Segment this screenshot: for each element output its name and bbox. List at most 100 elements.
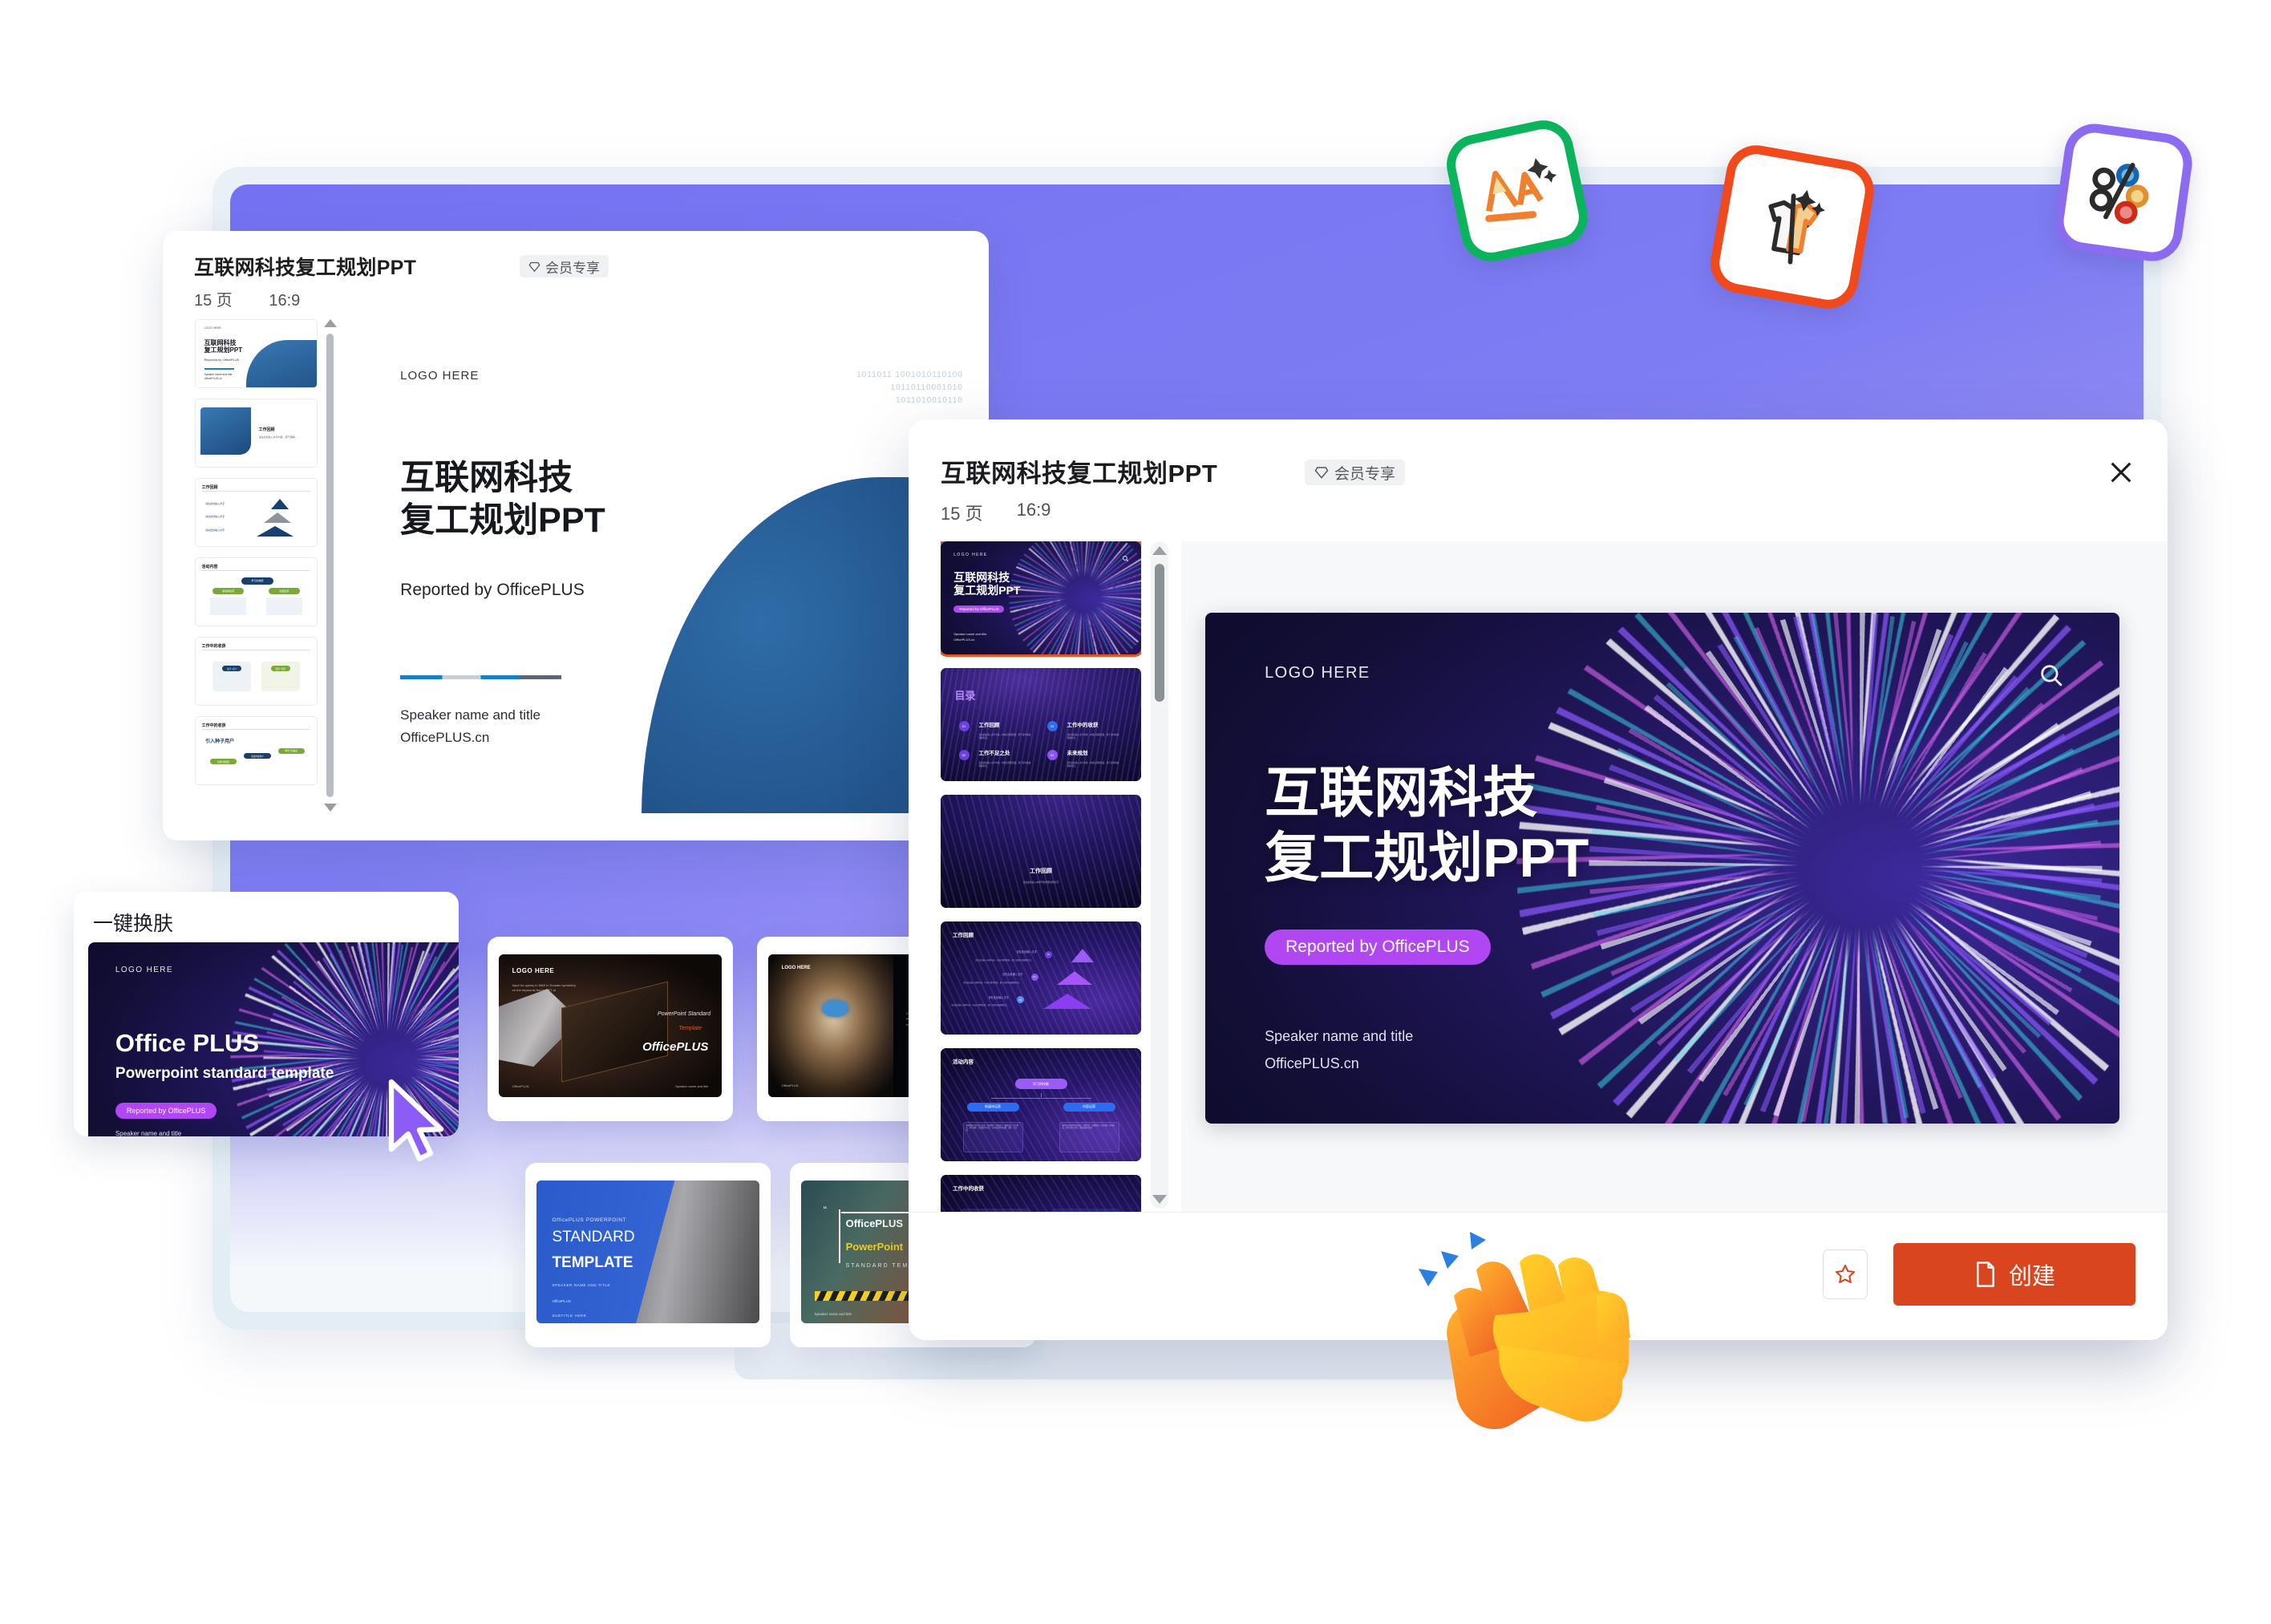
background-thumbnail-1[interactable]: LOGO HERE 互联网科技 复工规划PPT Reported by Offic… xyxy=(195,319,318,388)
toc-desc-4: 请在此处输入文字内容，内容应简明扼要，便于观众快速理解信息。 xyxy=(1067,762,1119,767)
background-main-preview[interactable]: 1011011 1001010110100 10110110001010 101… xyxy=(346,319,989,813)
aspect-ratio: 16:9 xyxy=(1016,500,1051,520)
slide-subtitle: Reported by OfficePLUS xyxy=(400,581,585,600)
background-page-count: 15 页 xyxy=(194,292,233,310)
main-slide-preview[interactable]: LOGO HERE 互联网科技 复工规划PPT Reported by Offi… xyxy=(1205,613,2119,1124)
file-icon xyxy=(1977,1262,1994,1287)
background-thumbnail-2[interactable]: 工作回顾 请在此处输入文字内容，便于理解。 xyxy=(195,399,318,468)
section-title: 工作回顾 xyxy=(1030,869,1052,875)
scroll-up-icon[interactable] xyxy=(1152,546,1167,555)
mouse-pointer-icon xyxy=(385,1079,455,1167)
scroll-down-icon[interactable] xyxy=(323,804,337,812)
toc-num-2: 03 xyxy=(1046,721,1058,732)
thumbnail-item-6[interactable]: 工作中的收获 设计 / 定义 让产品的更快更久更好 一切围绕着用户产品化，提高用… xyxy=(941,1175,1141,1212)
org-root: 学习的技能 xyxy=(1014,1079,1067,1090)
thumbnail-item-3[interactable]: 工作回顾 请在此处输入本章节的简要说明文字 xyxy=(941,795,1141,908)
pyramid-num-1: 01 xyxy=(1045,950,1052,958)
main-slide-title: 互联网科技 复工规划PPT xyxy=(1265,762,1589,889)
thumbnail-item-2[interactable]: 目录 01 工作回顾 请在此处输入文字内容，内容应简明扼要，便于观众快速理解信息… xyxy=(941,668,1141,781)
pyramid-label-3: 请在此处输入文字 xyxy=(988,995,1010,999)
pyramid-num-2: 02 xyxy=(1030,973,1038,981)
thumb-speaker: Speaker name and title OfficePLUS.cn xyxy=(953,631,987,642)
thumbnail-scrollbar[interactable] xyxy=(1151,541,1168,1209)
page-count: 15 页 xyxy=(941,504,983,524)
slide-preview-stage: LOGO HERE 互联网科技 复工规划PPT Reported by Offi… xyxy=(1181,541,2168,1212)
slide-logo: LOGO HERE xyxy=(400,368,480,383)
member-badge: 会员专享 xyxy=(1305,460,1406,485)
toc-desc-3: 请在此处输入文字内容，内容应简明扼要，便于观众快速理解信息。 xyxy=(978,762,1031,767)
search-icon xyxy=(1122,552,1129,566)
skin-card-title: 一键换肤 xyxy=(93,913,174,935)
template-slide-city: OfficePLUS POWERPOINT STANDARD TEMPLATE … xyxy=(536,1181,759,1323)
member-badge-label: 会员专享 xyxy=(1334,465,1396,483)
background-window-meta: 15 页 16:9 xyxy=(194,287,332,310)
slide-title: 互联网科技 复工规划PPT xyxy=(400,459,605,540)
background-thumbnail-list[interactable]: LOGO HERE 互联网科技 复工规划PPT Reported by Offic… xyxy=(195,319,318,813)
section-desc: 请在此处输入本章节的简要说明文字 xyxy=(1022,881,1059,885)
modal-meta: 15 页 16:9 xyxy=(941,500,1050,525)
background-member-badge: 会员专享 xyxy=(520,255,609,277)
pyramid-desc-1: 请在此处输入具体内容，内容应简明扼要，便于读者快速理解信息。 xyxy=(975,958,1033,962)
background-thumbnail-6[interactable]: 工作中的收获 引入种子用户 新增内容服务 深度内容用户 精准产品触达 xyxy=(195,716,318,785)
background-window-title: 互联网科技复工规划PPT xyxy=(194,257,417,279)
template-slide-robot: LOGO HERE Input for openly in M&E in Dom… xyxy=(499,954,722,1097)
thumbnail-item-4[interactable]: 工作回顾 01 请在此处输入文字 请在此处输入具体内容，内容应简明扼要，便于读者… xyxy=(941,921,1141,1035)
scroll-down-icon[interactable] xyxy=(1152,1195,1167,1204)
modal-title: 互联网科技复工规划PPT xyxy=(941,460,1218,488)
toc-num-3: 02 xyxy=(958,749,970,760)
diamond-icon xyxy=(528,261,540,272)
org-text-1: 新媒体账号的定位与运营，内容策划、排版设计、数据分析、用户增长、用户画像、活动策… xyxy=(962,1121,1023,1152)
star-icon xyxy=(1835,1264,1856,1284)
swirl-graphic xyxy=(991,541,1141,654)
skin-slide-heading: Office PLUS xyxy=(115,1028,260,1057)
screenshot-root: 互联网科技复工规划PPT 会员专享 15 页 16:9 LOGO HERE 互联… xyxy=(0,0,2271,1624)
pyramid-num-3: 03 xyxy=(1017,996,1024,1004)
thumb-title: 互联网科技 复工规划PPT xyxy=(953,570,1021,597)
shirt-swap-icon xyxy=(1768,189,1825,265)
binary-decoration: 1011011 1001010110100 10110110001010 101… xyxy=(856,370,963,405)
skin-slide-logo: LOGO HERE xyxy=(115,966,173,975)
search-icon[interactable] xyxy=(2038,662,2065,693)
background-ratio: 16:9 xyxy=(269,292,301,310)
skin-slide-pill: Reported by OfficePLUS xyxy=(115,1102,217,1119)
template-card-robot[interactable]: LOGO HERE Input for openly in M&E in Dom… xyxy=(488,937,733,1121)
scroll-up-icon[interactable] xyxy=(323,319,337,327)
org-branch-1: 新媒体运营 xyxy=(966,1102,1019,1112)
org-title: 活动内容 xyxy=(953,1059,974,1066)
pyramid-label-2: 请在此处输入文字 xyxy=(1002,973,1023,977)
slide-speaker: Speaker name and title OfficePLUS.cn xyxy=(400,707,540,745)
scrollbar-thumb[interactable] xyxy=(1155,564,1164,702)
template-detail-modal[interactable]: 互联网科技复工规划PPT 会员专享 15 页 16:9 LOGO HERE 互联… xyxy=(909,419,2168,1340)
toc-desc-2: 请在此处输入文字内容，内容应简明扼要，便于观众快速理解信息。 xyxy=(1067,733,1119,739)
toc-title: 目录 xyxy=(954,689,976,702)
background-preview-window[interactable]: 互联网科技复工规划PPT 会员专享 15 页 16:9 LOGO HERE 互联… xyxy=(163,231,989,840)
create-button[interactable]: 创建 xyxy=(1893,1243,2135,1306)
close-icon[interactable] xyxy=(2103,455,2139,490)
background-thumbnail-4[interactable]: 活动内容 学习的技能 新媒体运营 内容运营 xyxy=(195,557,318,626)
color-palette-icon xyxy=(2089,163,2149,225)
org-text-2: 熟悉内容运营的基本逻辑，能够写作、选题策划、内容审核、渠道投放、素材分发与协作、… xyxy=(1059,1121,1119,1152)
background-thumbnail-5[interactable]: 工作中的收获 设计 / 定义 运营 / 洞察 xyxy=(195,637,318,706)
create-button-label: 创建 xyxy=(2008,1264,2055,1290)
font-aa-icon xyxy=(1485,158,1557,222)
thumbnail-item-5[interactable]: 活动内容 学习的技能 新媒体运营 内容运营 新媒体账号的定位与运营，内容策划、排… xyxy=(941,1048,1141,1161)
favorite-button[interactable] xyxy=(1823,1249,1868,1299)
thumbnail-item-1[interactable]: LOGO HERE 互联网科技 复工规划PPT Reported by Offi… xyxy=(941,541,1141,657)
skin-slide-speaker: Speaker name and title OfficePLUS.cn xyxy=(115,1130,182,1136)
cards-title: 工作中的收获 xyxy=(953,1186,984,1193)
background-thumbnail-3[interactable]: 工作回顾 请在此处输入文字 请在此处输入文字 请在此处输入文字 xyxy=(195,478,318,547)
thumbnail-list[interactable]: LOGO HERE 互联网科技 复工规划PPT Reported by Offi… xyxy=(941,541,1141,1212)
main-slide-pill: Reported by OfficePLUS xyxy=(1265,929,1491,965)
scrollbar-thumb[interactable] xyxy=(326,334,334,797)
background-thumbnail-scrollbar[interactable] xyxy=(323,319,337,812)
thumb-logo: LOGO HERE xyxy=(953,553,988,558)
color-sticker xyxy=(2050,119,2196,265)
toc-num-1: 01 xyxy=(958,721,970,732)
skin-sticker xyxy=(1706,140,1879,314)
toc-label-1: 工作回顾 xyxy=(978,722,1000,728)
thumb-pill: Reported by OfficePLUS xyxy=(953,605,1005,614)
clapping-hands-emoji xyxy=(1407,1219,1648,1452)
template-card-city[interactable]: OfficePLUS POWERPOINT STANDARD TEMPLATE … xyxy=(525,1163,771,1347)
background-slide: 1011011 1001010110100 10110110001010 101… xyxy=(346,319,989,813)
toc-desc-1: 请在此处输入文字内容，内容应简明扼要，便于观众快速理解信息。 xyxy=(978,733,1031,739)
